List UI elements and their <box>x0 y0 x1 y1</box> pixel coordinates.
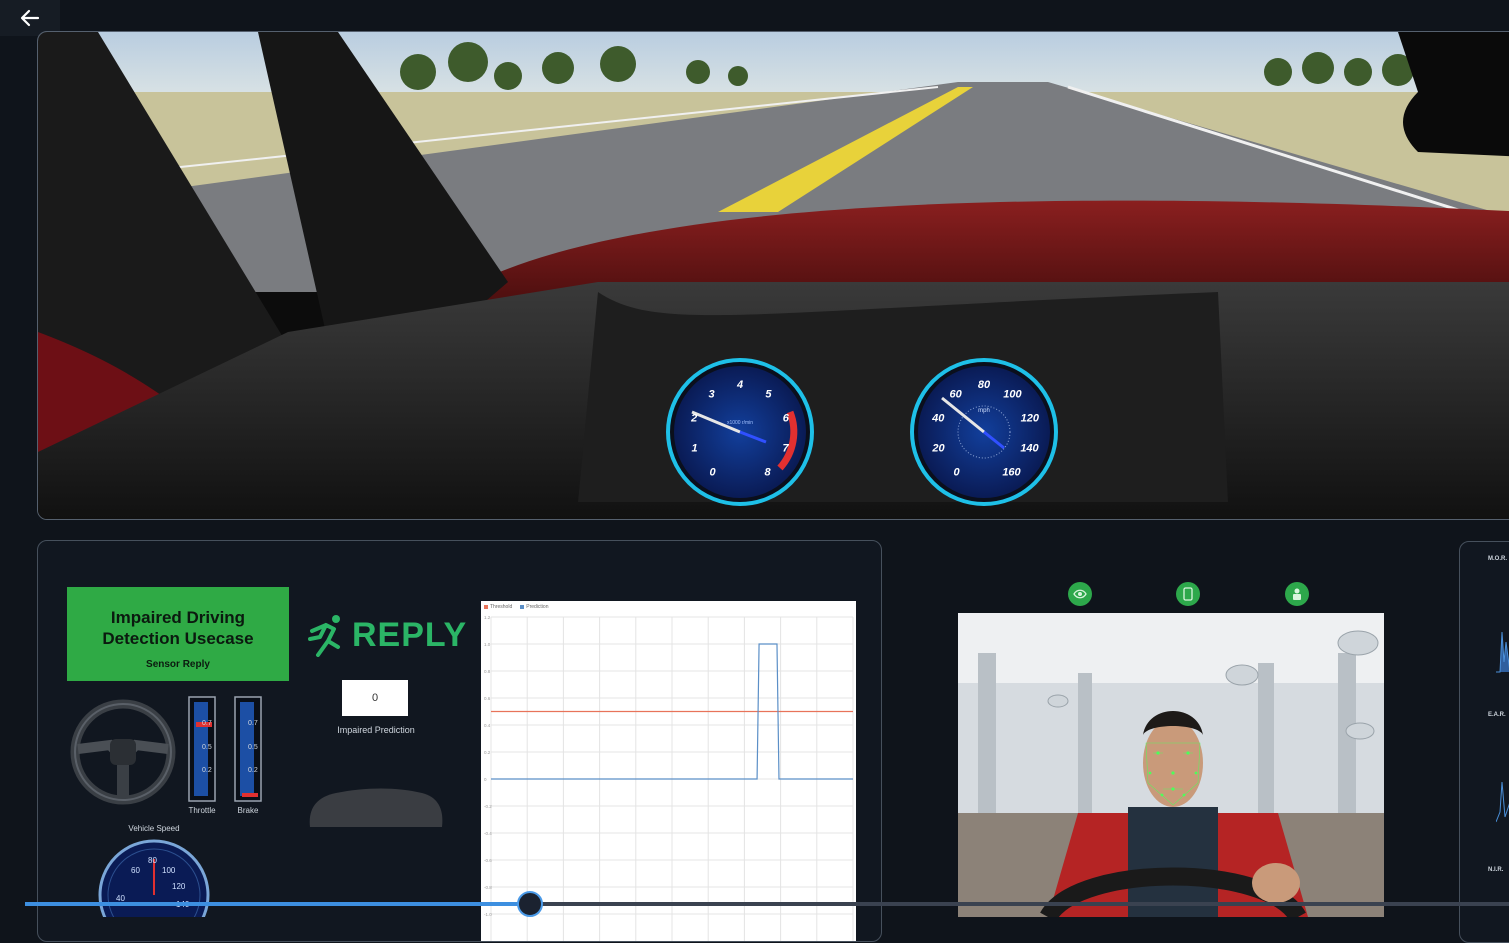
rpm-tick-label: 2 <box>690 413 697 425</box>
rpm-tick-label: 1 <box>691 442 697 454</box>
impaired-prediction-value: 0 <box>342 680 408 716</box>
chart-ytick-label: -1.0 <box>484 912 492 917</box>
metric-sparkline-ear <box>1496 781 1509 823</box>
rpm-tick-label: 3 <box>709 388 715 400</box>
legend-threshold: Threshold <box>484 604 512 610</box>
chart-ytick-label: -0.4 <box>484 831 492 836</box>
driver-status-button[interactable] <box>1285 582 1309 606</box>
brake-tick-3: 0.2 <box>248 767 258 774</box>
eye-icon <box>1073 589 1087 599</box>
eye-status-button[interactable] <box>1068 582 1092 606</box>
title-line-2: Detection Usecase <box>102 629 254 648</box>
speedometer-gauge: mph 0 20 40 60 80 100 120 140 160 <box>910 358 1058 506</box>
video-scrubber-handle[interactable] <box>516 891 543 917</box>
chart-ytick-label: 0.6 <box>484 696 491 701</box>
throttle-tick-2: 0.5 <box>202 744 212 751</box>
car-silhouette-icon <box>309 788 443 827</box>
metric-label-nir: N.I.R. <box>1488 867 1504 873</box>
tachometer-gauge: x1000 r/min 01 2 3 4 5 6 78 <box>666 358 814 506</box>
chart-ytick-label: 0.8 <box>484 669 491 674</box>
chart-legend: Threshold Prediction <box>484 604 548 610</box>
title-line-1: Impaired Driving <box>110 608 246 627</box>
speed-tick-label: 20 <box>931 442 945 454</box>
rpm-unit: x1000 r/min <box>727 420 753 426</box>
phone-status-button[interactable] <box>1176 582 1200 606</box>
speed-tick-label: 120 <box>1021 413 1040 425</box>
chart-ytick-label: 0.2 <box>484 750 491 755</box>
chart-ytick-label: 1.0 <box>484 642 491 647</box>
steering-wheel-icon <box>70 699 176 805</box>
metric-label-mor: M.O.R. <box>1488 556 1507 562</box>
driving-simulator-view: x1000 r/min 012345678 mph 0 20 40 60 80 100 12… <box>37 31 1509 520</box>
speed-tick-label: 60 <box>949 388 962 400</box>
chart-ytick-label: -0.2 <box>484 804 492 809</box>
phone-icon <box>1183 587 1193 601</box>
rpm-tick-label: 0 <box>709 466 716 478</box>
rpm-tick-label: 6 <box>783 413 790 425</box>
svg-text:120: 120 <box>172 882 186 891</box>
speed-tick-label: 80 <box>978 379 991 391</box>
speed-tick-label: 40 <box>931 413 945 425</box>
speed-tick-label: 140 <box>1020 442 1039 454</box>
chart-ytick-label: -0.6 <box>484 858 492 863</box>
brake-label: Brake <box>237 806 259 815</box>
throttle-tick-1: 0.7 <box>202 720 212 727</box>
chart-ytick-label: -0.8 <box>484 885 492 890</box>
rpm-tick-label: 8 <box>764 466 771 478</box>
vehicle-speed-label: Vehicle Speed <box>128 824 180 833</box>
speed-unit: mph <box>978 408 990 414</box>
driver-icon <box>1293 588 1301 600</box>
brake-tick-2: 0.5 <box>248 744 258 751</box>
driver-camera-feed <box>958 613 1384 917</box>
speed-tick-label: 0 <box>953 466 960 478</box>
brake-tick-1: 0.7 <box>248 720 258 727</box>
rpm-tick-label: 7 <box>782 442 789 454</box>
running-figure-icon <box>308 615 340 657</box>
chart-ytick-label: 0 <box>484 777 487 782</box>
video-progress-fill <box>25 902 530 906</box>
chart-ytick-label: 0.4 <box>484 723 491 728</box>
metrics-panel: M.O.R. E.A.R. N.I.R. <box>1459 541 1509 943</box>
throttle-tick-3: 0.2 <box>202 767 212 774</box>
speed-tick-label: 100 <box>1003 388 1022 400</box>
arrow-left-icon <box>20 9 40 27</box>
usecase-title-box: Impaired Driving Detection Usecase Sensor… <box>67 587 289 681</box>
svg-text:80: 80 <box>148 856 157 865</box>
legend-prediction: Prediction <box>520 604 548 610</box>
reply-logo: REPLY <box>308 611 467 659</box>
speed-tick-label: 160 <box>1002 466 1021 478</box>
logo-text: REPLY <box>352 615 468 654</box>
throttle-label: Throttle <box>188 806 216 815</box>
rpm-tick-label: 5 <box>765 388 772 400</box>
svg-text:60: 60 <box>131 866 140 875</box>
metric-sparkline-mor <box>1496 631 1509 673</box>
svg-text:100: 100 <box>162 866 176 875</box>
driver-hmi-panel: Impaired Driving Detection Usecase Sensor… <box>37 540 882 942</box>
chart-ytick-label: 1.2 <box>484 615 491 620</box>
prediction-chart: Threshold Prediction 1.2 1.0 0.8 0.6 0.4 0.2 0… <box>481 601 856 941</box>
rpm-tick-label: 4 <box>736 379 743 391</box>
impaired-prediction-label: Impaired Prediction <box>337 725 415 735</box>
metric-label-ear: E.A.R. <box>1488 712 1506 718</box>
subtitle: Sensor Reply <box>146 659 210 670</box>
